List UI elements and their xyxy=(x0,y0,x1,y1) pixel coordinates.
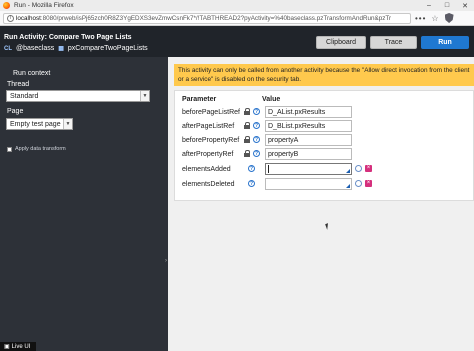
apply-data-transform-checkbox[interactable]: Apply data transform xyxy=(7,146,66,152)
param-value-field[interactable] xyxy=(265,163,352,175)
page-value: Empty test page xyxy=(10,120,61,128)
gear-icon[interactable] xyxy=(355,165,362,172)
param-value-text: propertyB xyxy=(268,150,299,158)
main-content: This activity can only be called from an… xyxy=(168,57,474,351)
thread-value: Standard xyxy=(10,92,39,100)
param-value-text: propertyA xyxy=(268,136,299,144)
param-name: beforePropertyRef xyxy=(182,137,240,144)
param-value-text: D_BList.pxResults xyxy=(268,122,326,130)
param-name: elementsDeleted xyxy=(182,181,235,188)
param-value-field[interactable]: propertyB xyxy=(265,148,352,160)
activity-name: pxCompareTwoPageLists xyxy=(67,45,148,52)
resize-handle-icon[interactable] xyxy=(346,169,350,173)
gear-icon[interactable] xyxy=(355,180,362,187)
site-info-icon[interactable]: i xyxy=(7,14,14,22)
param-row: elementsDeleted ? × xyxy=(182,178,472,191)
param-value-text: D_AList.pxResults xyxy=(268,108,326,116)
param-value-field[interactable]: D_AList.pxResults xyxy=(265,106,352,118)
chevron-down-icon: ▼ xyxy=(63,119,72,129)
thread-label: Thread xyxy=(7,81,30,88)
shield-icon[interactable] xyxy=(444,13,454,23)
firefox-logo-icon xyxy=(3,2,10,9)
param-row: beforePropertyRef ? propertyA xyxy=(182,134,472,147)
close-icon[interactable]: ✕ xyxy=(456,0,474,11)
help-icon[interactable]: ? xyxy=(253,150,260,157)
page-label: Page xyxy=(7,108,24,115)
lock-icon xyxy=(244,108,250,115)
url-text[interactable]: localhost:8080/prweb/isPj65zch0R8Z3YgEDX… xyxy=(16,15,391,22)
param-value-field[interactable]: D_BList.pxResults xyxy=(265,120,352,132)
url-host: localhost xyxy=(16,14,41,22)
help-icon[interactable]: ? xyxy=(253,136,260,143)
class-info: CL @baseclass ▦ pxCompareTwoPageLists xyxy=(4,45,148,52)
live-ui-label: Live UI xyxy=(11,343,31,350)
help-icon[interactable]: ? xyxy=(248,180,255,187)
browser-toolbar: i localhost:8080/prweb/isPj65zch0R8Z3YgE… xyxy=(0,11,474,26)
lock-icon xyxy=(244,122,250,129)
param-value-field[interactable]: propertyA xyxy=(265,134,352,146)
checkbox-box[interactable] xyxy=(7,146,12,152)
page-title: Run Activity: Compare Two Page Lists xyxy=(4,34,132,41)
warning-banner: This activity can only be called from an… xyxy=(174,64,474,86)
help-icon[interactable]: ? xyxy=(253,122,260,129)
run-header: Run Activity: Compare Two Page Lists CL … xyxy=(0,26,474,57)
run-button[interactable]: Run xyxy=(421,36,469,49)
run-context-panel: Run context Thread Standard ▼ Page Empty… xyxy=(0,57,168,351)
page-actions-icon[interactable]: ••• xyxy=(415,14,426,23)
class-tag: CL xyxy=(4,45,12,52)
run-context-heading: Run context xyxy=(13,70,51,77)
param-name: afterPageListRef xyxy=(182,123,235,130)
param-row: afterPageListRef ? D_BList.pxResults xyxy=(182,120,472,133)
chevron-down-icon: ▼ xyxy=(140,91,149,101)
parameters-table: Parameter Value beforePageListRef ? D_AL… xyxy=(174,90,474,201)
apply-data-transform-label: Apply data transform xyxy=(15,146,66,152)
window-titlebar: Run - Mozilla Firefox – □ ✕ xyxy=(0,0,474,11)
lock-icon xyxy=(244,150,250,157)
window-title: Run - Mozilla Firefox xyxy=(14,2,74,9)
lock-icon xyxy=(244,136,250,143)
thread-select[interactable]: Standard ▼ xyxy=(6,90,150,102)
param-value-field[interactable] xyxy=(265,178,352,190)
minimize-icon[interactable]: – xyxy=(420,0,438,11)
delete-icon[interactable]: × xyxy=(365,180,372,187)
window-controls: – □ ✕ xyxy=(420,0,474,11)
resize-handle-icon[interactable] xyxy=(346,184,350,188)
page-select[interactable]: Empty test page ▼ xyxy=(6,118,73,130)
clipboard-button[interactable]: Clipboard xyxy=(316,36,366,49)
text-caret xyxy=(268,165,269,173)
activity-tag-icon: ▦ xyxy=(58,46,64,52)
param-row: elementsAdded ? × xyxy=(182,163,472,176)
help-icon[interactable]: ? xyxy=(253,108,260,115)
collapse-panel-icon[interactable]: › xyxy=(165,258,167,264)
trace-button[interactable]: Trace xyxy=(370,36,417,49)
delete-icon[interactable]: × xyxy=(365,165,372,172)
live-ui-badge[interactable]: ▣ Live UI xyxy=(0,342,36,351)
bookmark-star-icon[interactable]: ☆ xyxy=(431,14,438,23)
column-header-parameter: Parameter xyxy=(182,96,217,103)
param-row: afterPropertyRef ? propertyB xyxy=(182,148,472,161)
param-name: afterPropertyRef xyxy=(182,151,234,158)
url-path: :8080/prweb/isPj65zch0R8Z3YgEDXS3evZmwCs… xyxy=(40,14,392,22)
param-name: beforePageListRef xyxy=(182,109,240,116)
live-ui-icon: ▣ xyxy=(4,344,10,350)
maximize-icon[interactable]: □ xyxy=(438,0,456,11)
param-name: elementsAdded xyxy=(182,166,231,173)
url-bar[interactable]: i localhost:8080/prweb/isPj65zch0R8Z3YgE… xyxy=(3,12,411,24)
class-name: @baseclass xyxy=(16,45,55,52)
param-row: beforePageListRef ? D_AList.pxResults xyxy=(182,106,472,119)
help-icon[interactable]: ? xyxy=(248,165,255,172)
column-header-value: Value xyxy=(262,96,281,103)
